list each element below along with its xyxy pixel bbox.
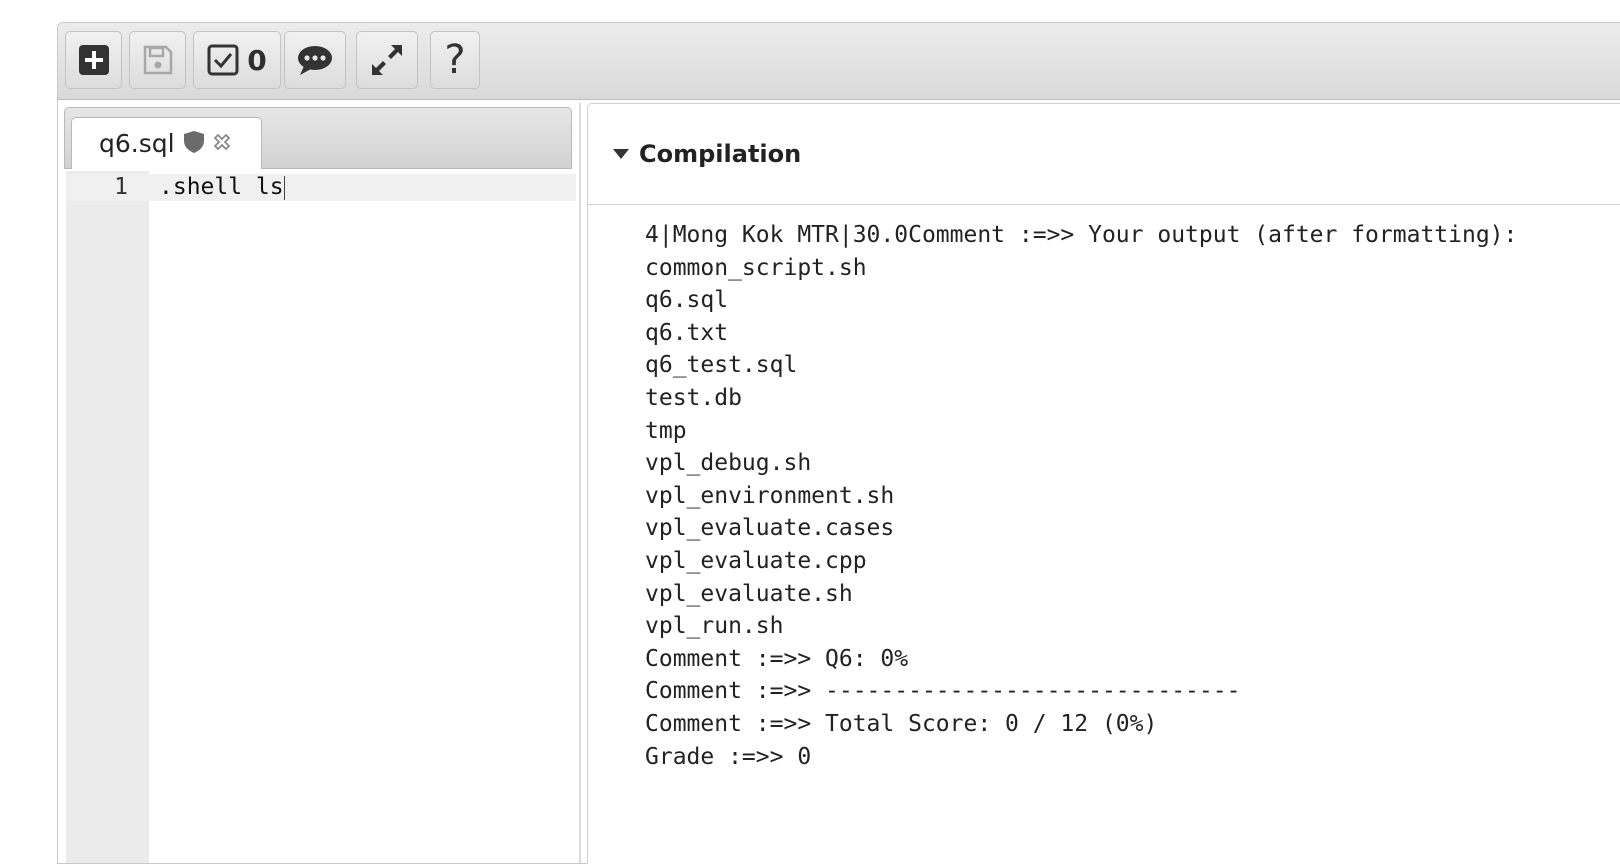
code-editor[interactable]: 1 .shell ls <box>66 171 576 863</box>
shield-icon <box>183 130 205 158</box>
output-line: vpl_run.sh <box>645 613 784 640</box>
code-line[interactable]: .shell ls <box>159 174 285 201</box>
output-line: Comment :=>> Total Score: 0 / 12 (0%) <box>645 710 1158 737</box>
code-line-text: .shell ls <box>159 174 284 200</box>
output-line: Grade :=>> 0 <box>645 743 812 770</box>
output-line: q6_test.sql <box>645 352 798 379</box>
line-number-gutter <box>66 171 149 863</box>
output-line: Comment :=>> ---------------------------… <box>645 678 1241 705</box>
output-line: q6.sql <box>645 287 729 314</box>
new-file-button[interactable] <box>65 31 122 89</box>
output-line: vpl_debug.sh <box>645 450 812 477</box>
collapse-triangle-icon[interactable] <box>613 145 629 164</box>
close-icon[interactable] <box>211 131 233 157</box>
comments-button[interactable] <box>284 31 346 89</box>
toolbar: 0 ? <box>58 23 1620 100</box>
speech-bubble-icon <box>296 44 334 76</box>
vpl-ide-window: 0 ? q6.sql 1 .shell ls Compilation 4|Mon… <box>57 22 1620 864</box>
output-line: vpl_environment.sh <box>645 482 895 509</box>
question-icon: ? <box>444 37 466 83</box>
floppy-disk-icon <box>142 44 174 76</box>
compilation-panel: Compilation 4|Mong Kok MTR|30.0Comment :… <box>587 103 1620 864</box>
output-line: vpl_evaluate.cpp <box>645 547 867 574</box>
output-line: vpl_evaluate.cases <box>645 515 895 542</box>
checkbox-icon <box>207 44 239 76</box>
file-tab-bar: q6.sql <box>64 107 572 169</box>
output-line: test.db <box>645 384 742 411</box>
plus-square-icon <box>78 44 110 76</box>
save-button[interactable] <box>129 31 186 89</box>
evaluate-button[interactable]: 0 <box>193 31 281 89</box>
output-line: tmp <box>645 417 687 444</box>
output-line: 4|Mong Kok MTR|30.0Comment :=>> Your out… <box>645 222 1518 248</box>
output-line: q6.txt <box>645 319 729 346</box>
line-number: 1 <box>114 174 128 200</box>
fullscreen-button[interactable] <box>356 31 418 89</box>
evaluation-count: 0 <box>247 43 267 77</box>
output-line: common_script.sh <box>645 254 867 281</box>
active-line-highlight <box>66 174 576 201</box>
file-tab[interactable]: q6.sql <box>71 117 262 169</box>
compilation-title: Compilation <box>639 140 802 168</box>
help-button[interactable]: ? <box>430 31 480 89</box>
compilation-output: 4|Mong Kok MTR|30.0Comment :=>> Your out… <box>645 219 1517 773</box>
compilation-header[interactable]: Compilation <box>588 104 1620 205</box>
output-line: Comment :=>> Q6: 0% <box>645 645 909 672</box>
output-line: vpl_evaluate.sh <box>645 580 853 607</box>
file-tab-label: q6.sql <box>99 129 175 158</box>
text-cursor <box>283 175 285 200</box>
editor-panel: q6.sql 1 .shell ls <box>62 103 581 863</box>
expand-arrows-icon <box>369 42 405 78</box>
